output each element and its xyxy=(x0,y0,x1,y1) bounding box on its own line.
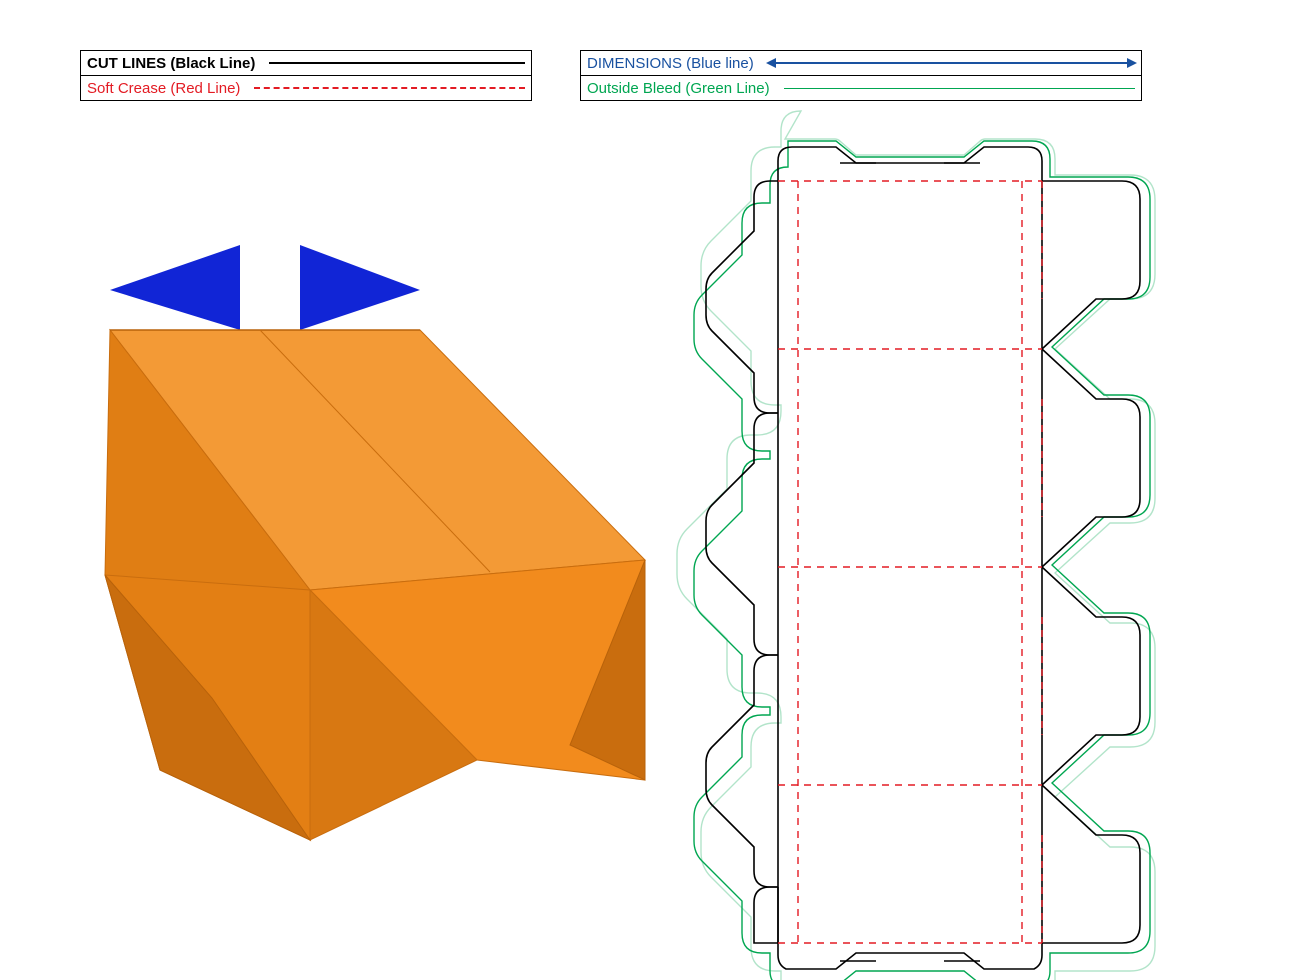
legend-bleed-label: Outside Bleed (Green Line) xyxy=(587,80,770,97)
legend-crease-label: Soft Crease (Red Line) xyxy=(87,80,240,97)
legend-soft-crease: Soft Crease (Red Line) xyxy=(81,76,531,100)
bleed-outline-visual xyxy=(694,141,1150,980)
box-3d-render xyxy=(30,200,670,900)
legend-right: DIMENSIONS (Blue line) Outside Bleed (Gr… xyxy=(580,50,1142,101)
legend-dimensions-label: DIMENSIONS (Blue line) xyxy=(587,55,754,72)
legend-left: CUT LINES (Black Line) Soft Crease (Red … xyxy=(80,50,532,101)
cut-lines xyxy=(706,147,1140,969)
dieline-template xyxy=(670,135,1230,955)
bleed-outline xyxy=(677,111,1155,980)
box-flap-left xyxy=(110,245,240,330)
legend-cut-label: CUT LINES (Black Line) xyxy=(87,55,255,72)
bleed-line-sample xyxy=(784,88,1135,89)
box-flap-right xyxy=(300,245,420,330)
legend-dimensions: DIMENSIONS (Blue line) xyxy=(581,51,1141,76)
dimension-arrow-sample xyxy=(768,62,1135,64)
cut-line-sample xyxy=(269,62,525,64)
crease-line-sample xyxy=(254,87,525,89)
legend-cut-lines: CUT LINES (Black Line) xyxy=(81,51,531,76)
crease-lines xyxy=(778,181,1042,943)
legend-bleed: Outside Bleed (Green Line) xyxy=(581,76,1141,100)
